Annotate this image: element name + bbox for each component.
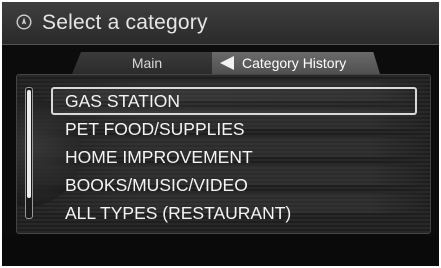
arrow-left-icon xyxy=(220,56,234,70)
scrollbar[interactable] xyxy=(25,87,33,219)
scrollbar-thumb[interactable] xyxy=(27,90,31,198)
tab-main[interactable]: Main xyxy=(72,52,222,74)
category-list-panel: GAS STATION PET FOOD/SUPPLIES HOME IMPRO… xyxy=(16,74,431,234)
compass-icon xyxy=(16,14,32,30)
list-item-gas-station[interactable]: GAS STATION xyxy=(51,87,417,115)
category-list: GAS STATION PET FOOD/SUPPLIES HOME IMPRO… xyxy=(51,87,417,227)
tab-category-history-label: Category History xyxy=(242,55,347,71)
list-item-books-music-video[interactable]: BOOKS/MUSIC/VIDEO xyxy=(51,171,417,199)
page-title: Select a category xyxy=(42,11,208,34)
title-bar: Select a category xyxy=(2,2,439,45)
tab-bar: Main Category History xyxy=(16,52,429,76)
bottom-bar xyxy=(2,236,439,266)
list-item-home-improvement[interactable]: HOME IMPROVEMENT xyxy=(51,143,417,171)
list-item-all-types-restaurant[interactable]: ALL TYPES (RESTAURANT) xyxy=(51,199,417,227)
nav-screen: Select a category Main Category History … xyxy=(2,2,439,266)
tab-category-history[interactable]: Category History xyxy=(212,52,380,74)
list-item-pet-food-supplies[interactable]: PET FOOD/SUPPLIES xyxy=(51,115,417,143)
